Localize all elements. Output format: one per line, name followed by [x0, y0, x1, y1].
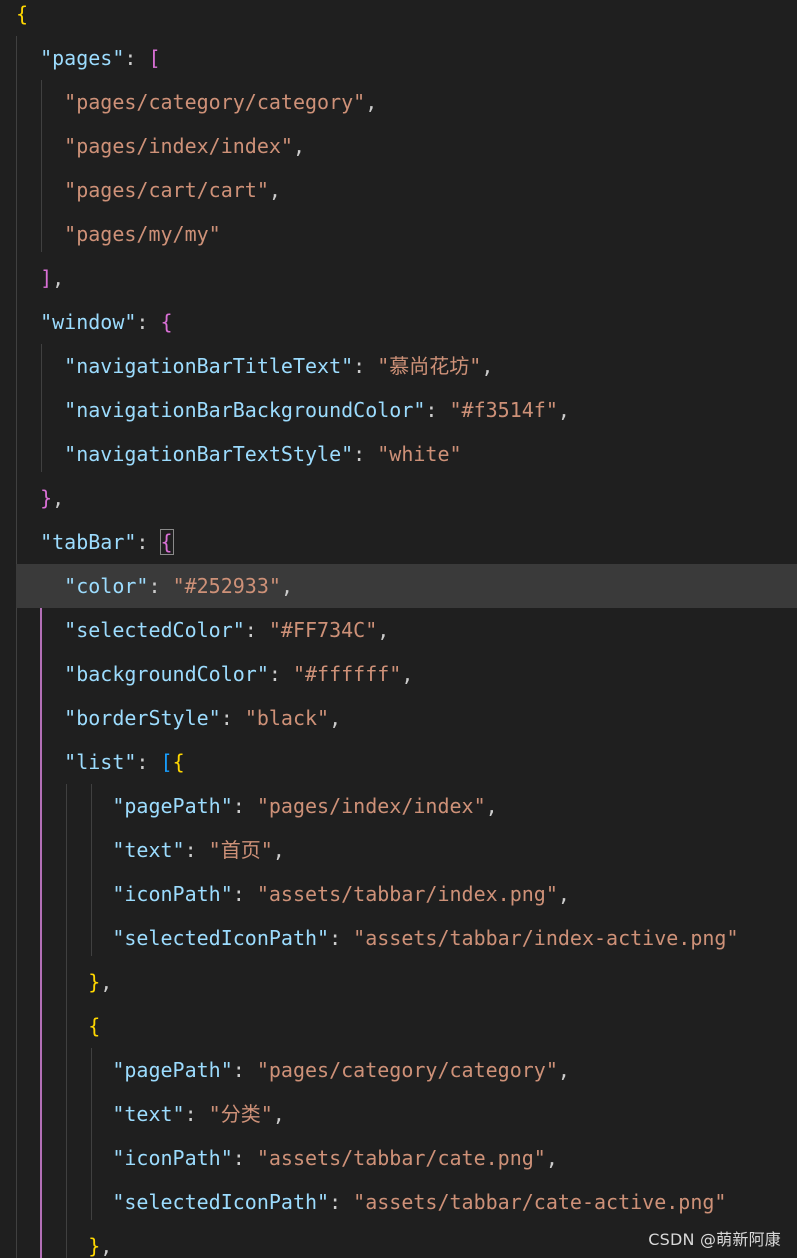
code-line[interactable]: "selectedIconPath": "assets/tabbar/cate-…: [0, 1180, 797, 1224]
code-line[interactable]: "borderStyle": "black",: [0, 696, 797, 740]
code-line-text: "window": {: [40, 310, 173, 334]
code-line[interactable]: "text": "分类",: [0, 1092, 797, 1136]
code-line[interactable]: "pages/index/index",: [0, 124, 797, 168]
code-line-text: "navigationBarTitleText": "慕尚花坊",: [64, 354, 494, 378]
code-line[interactable]: "window": {: [0, 300, 797, 344]
watermark: CSDN @萌新阿康: [648, 1230, 781, 1249]
code-line[interactable]: "tabBar": {: [0, 520, 797, 564]
code-line-text: "color": "#252933",: [64, 574, 293, 598]
code-line[interactable]: "selectedIconPath": "assets/tabbar/index…: [0, 916, 797, 960]
code-line-text: "selectedIconPath": "assets/tabbar/cate-…: [112, 1190, 727, 1214]
code-line-text: ],: [40, 266, 65, 290]
code-line[interactable]: "pages/category/category",: [0, 80, 797, 124]
code-line-text: "navigationBarTextStyle": "white": [64, 442, 462, 466]
code-line[interactable]: "backgroundColor": "#ffffff",: [0, 652, 797, 696]
code-line-text: {: [16, 2, 29, 26]
code-line-text: "pages/category/category",: [64, 90, 378, 114]
code-line-text: "pagePath": "pages/category/category",: [112, 1058, 570, 1082]
code-line[interactable]: "pages/my/my": [0, 212, 797, 256]
code-line-text: },: [40, 486, 65, 510]
code-line-text: "text": "首页",: [112, 838, 285, 862]
code-line-text: "navigationBarBackgroundColor": "#f3514f…: [64, 398, 570, 422]
code-line[interactable]: {: [0, 0, 797, 36]
code-line-text: "selectedIconPath": "assets/tabbar/index…: [112, 926, 739, 950]
code-line[interactable]: "text": "首页",: [0, 828, 797, 872]
code-line[interactable]: "pagePath": "pages/category/category",: [0, 1048, 797, 1092]
code-line[interactable]: "pages/cart/cart",: [0, 168, 797, 212]
code-line[interactable]: "iconPath": "assets/tabbar/index.png",: [0, 872, 797, 916]
code-line-text: "tabBar": {: [40, 529, 174, 555]
code-line[interactable]: "navigationBarTextStyle": "white": [0, 432, 797, 476]
code-line-text: "selectedColor": "#FF734C",: [64, 618, 390, 642]
code-line[interactable]: "list": [{: [0, 740, 797, 784]
code-line-text: {: [88, 1014, 101, 1038]
code-line[interactable]: "iconPath": "assets/tabbar/cate.png",: [0, 1136, 797, 1180]
code-line[interactable]: },: [0, 960, 797, 1004]
code-line[interactable]: "pages": [: [0, 36, 797, 80]
code-line[interactable]: "selectedColor": "#FF734C",: [0, 608, 797, 652]
code-line[interactable]: ],: [0, 256, 797, 300]
code-line-text: "iconPath": "assets/tabbar/index.png",: [112, 882, 570, 906]
code-line-text: },: [88, 1234, 113, 1258]
code-line-text: "text": "分类",: [112, 1102, 285, 1126]
code-line-text: "pagePath": "pages/index/index",: [112, 794, 498, 818]
code-line[interactable]: },: [0, 476, 797, 520]
code-line-text: "pages/cart/cart",: [64, 178, 281, 202]
code-line-text: "borderStyle": "black",: [64, 706, 342, 730]
code-line-text: "pages": [: [40, 46, 161, 70]
code-line-text: "backgroundColor": "#ffffff",: [64, 662, 414, 686]
code-line[interactable]: "navigationBarTitleText": "慕尚花坊",: [0, 344, 797, 388]
code-line-text: "pages/my/my": [64, 222, 221, 246]
code-line-text: "iconPath": "assets/tabbar/cate.png",: [112, 1146, 558, 1170]
code-editor[interactable]: { "pages": [ "pages/category/category", …: [0, 0, 797, 1258]
code-line[interactable]: "color": "#252933",: [16, 564, 797, 608]
code-line[interactable]: "pagePath": "pages/index/index",: [0, 784, 797, 828]
code-line-text: "pages/index/index",: [64, 134, 305, 158]
code-line-text: },: [88, 970, 113, 994]
code-line[interactable]: {: [0, 1004, 797, 1048]
code-line[interactable]: "navigationBarBackgroundColor": "#f3514f…: [0, 388, 797, 432]
code-line-text: "list": [{: [64, 750, 185, 774]
